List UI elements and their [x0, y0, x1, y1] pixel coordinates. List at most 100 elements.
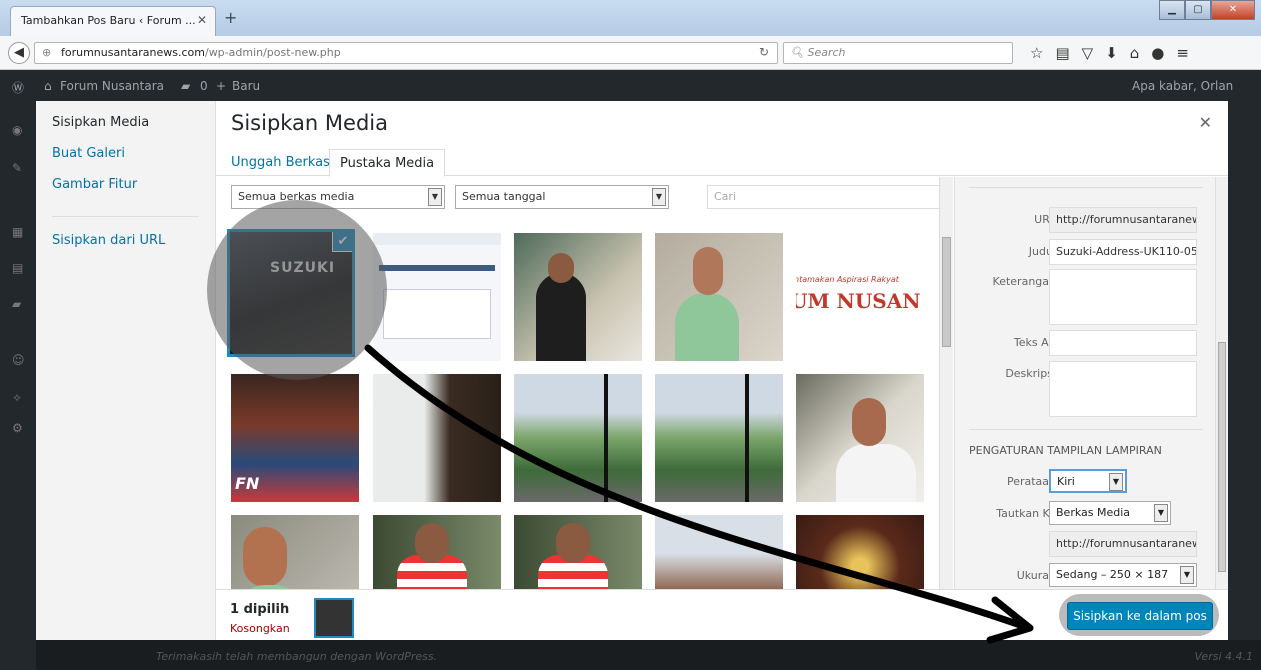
browser-scrollbar[interactable]: [939, 177, 953, 589]
tools-icon[interactable]: ✧: [12, 391, 22, 405]
close-window-icon[interactable]: ✕: [1211, 0, 1255, 20]
comments-count: 0: [200, 79, 208, 93]
menu-item-insert-media[interactable]: Sisipkan Media: [36, 115, 215, 146]
address-bar[interactable]: ⊕ forumnusantaranews.com/wp-admin/post-n…: [34, 42, 778, 64]
size-select[interactable]: Sedang – 250 × 187 ▼: [1049, 563, 1197, 587]
menu-item-create-gallery[interactable]: Buat Galeri: [36, 146, 215, 177]
link-to-label: Tautkan Ke: [996, 507, 1056, 520]
site-name-link[interactable]: Forum Nusantara: [60, 79, 164, 93]
thumb-caption: SUZUKI: [270, 260, 336, 276]
wp-footer: Terimakasih telah membangun dengan WordP…: [36, 640, 1261, 670]
attachment-thumb[interactable]: [514, 374, 642, 502]
back-icon[interactable]: ◀: [8, 42, 30, 64]
title-field[interactable]: Suzuki-Address-UK110-05: [1049, 239, 1197, 265]
download-icon[interactable]: ⬇: [1105, 44, 1118, 62]
close-icon[interactable]: ✕: [1199, 113, 1212, 132]
details-scrollbar[interactable]: [1215, 177, 1228, 589]
tab-library[interactable]: Pustaka Media: [329, 149, 446, 177]
caption-field[interactable]: [1049, 269, 1197, 325]
menu-icon[interactable]: ≡: [1176, 44, 1189, 62]
link-to-select[interactable]: Berkas Media ▼: [1049, 501, 1171, 525]
media-toolbar: 1 dipilih Kosongkan Sisipkan ke dalam po…: [216, 589, 1228, 640]
details-divider: [969, 429, 1203, 430]
url-field[interactable]: http://forumnusantaranews: [1049, 207, 1197, 233]
reload-icon[interactable]: ↻: [759, 45, 769, 59]
insert-into-post-button[interactable]: Sisipkan ke dalam pos: [1067, 602, 1213, 630]
insert-button-highlight: Sisipkan ke dalam pos: [1059, 594, 1219, 636]
attachment-thumb[interactable]: [373, 374, 501, 502]
search-icon: 🔍︎: [790, 46, 804, 59]
date-filter[interactable]: Semua tanggal ▼: [455, 185, 669, 209]
check-icon[interactable]: ✔: [332, 232, 352, 252]
media-type-filter[interactable]: Semua berkas media ▼: [231, 185, 445, 209]
url-path: /wp-admin/post-new.php: [204, 46, 341, 59]
description-field[interactable]: [1049, 361, 1197, 417]
attachment-thumb[interactable]: ntamakan Aspirasi Rakyat UM NUSAN: [796, 233, 924, 361]
wp-admin-bar: Ⓦ ⌂ Forum Nusantara ▰ 0 + Baru Apa kabar…: [0, 71, 1261, 101]
thumb-caption: ntamakan Aspirasi Rakyat: [796, 275, 899, 284]
bookmark-star-icon[interactable]: ☆: [1030, 44, 1043, 62]
alignment-select[interactable]: Kiri ▼: [1049, 469, 1127, 493]
attachment-thumb[interactable]: SUZUKI ✔: [227, 229, 355, 357]
media-type-filter-value: Semua berkas media: [238, 190, 355, 203]
link-url-field[interactable]: http://forumnusantaranews: [1049, 531, 1197, 557]
attachment-thumb[interactable]: [655, 515, 783, 589]
users-icon[interactable]: ☺: [12, 353, 25, 367]
attachment-details: URL http://forumnusantaranews Judul Suzu…: [954, 177, 1215, 589]
globe-icon: ⊕: [42, 46, 52, 59]
attachment-thumb[interactable]: [373, 515, 501, 589]
attachment-thumb[interactable]: [655, 374, 783, 502]
chevron-down-icon: ▼: [428, 188, 442, 206]
new-link[interactable]: Baru: [232, 79, 260, 93]
date-filter-value: Semua tanggal: [462, 190, 546, 203]
search-input[interactable]: 🔍︎ Search: [783, 42, 1013, 64]
chevron-down-icon: ▼: [1180, 566, 1194, 584]
caption-label: Keterangan: [992, 275, 1056, 288]
attachment-thumb[interactable]: FN: [231, 374, 359, 502]
new-tab-icon[interactable]: +: [224, 8, 237, 27]
minimize-icon[interactable]: ▁: [1159, 0, 1185, 20]
home-icon: ⌂: [44, 79, 52, 93]
settings-icon[interactable]: ⚙: [12, 421, 23, 435]
media-menu: Sisipkan Media Buat Galeri Gambar Fitur …: [36, 101, 216, 640]
alignment-value: Kiri: [1057, 475, 1075, 488]
attachment-thumb[interactable]: [655, 233, 783, 361]
alt-text-field[interactable]: [1049, 330, 1197, 356]
browser-tab[interactable]: Tambahkan Pos Baru ‹ Forum ... ✕: [10, 6, 216, 36]
clear-selection-link[interactable]: Kosongkan: [230, 622, 290, 635]
chevron-down-icon: ▼: [1154, 504, 1168, 522]
pin-icon[interactable]: ✎: [12, 161, 22, 175]
selection-thumbnail[interactable]: [314, 598, 354, 638]
footer-version: Versi 4.4.1: [1194, 650, 1253, 663]
pocket-icon[interactable]: ▽: [1082, 44, 1094, 62]
dashboard-icon[interactable]: ◉: [12, 123, 22, 137]
attachment-thumb[interactable]: [514, 515, 642, 589]
attachment-thumb[interactable]: [231, 515, 359, 589]
close-tab-icon[interactable]: ✕: [197, 13, 207, 27]
attachment-thumb[interactable]: [796, 374, 924, 502]
footer-thanks: Terimakasih telah membangun dengan WordP…: [156, 650, 438, 663]
home-icon[interactable]: ⌂: [1130, 44, 1140, 62]
chat-icon[interactable]: ●: [1151, 44, 1164, 62]
tab-upload[interactable]: Unggah Berkas: [221, 149, 340, 177]
reading-list-icon[interactable]: ▤: [1055, 44, 1069, 62]
chevron-down-icon: ▼: [652, 188, 666, 206]
attachment-thumb[interactable]: [373, 233, 501, 361]
comments-menu-icon[interactable]: ▰: [12, 297, 21, 311]
browser-titlebar: Tambahkan Pos Baru ‹ Forum ... ✕ + ▁ ▢ ✕: [0, 0, 1261, 36]
menu-item-insert-from-url[interactable]: Sisipkan dari URL: [36, 233, 215, 264]
media-modal: Sisipkan Media Buat Galeri Gambar Fitur …: [36, 101, 1228, 640]
comments-icon[interactable]: ▰: [181, 79, 190, 93]
wordpress-logo-icon[interactable]: Ⓦ: [12, 79, 24, 96]
media-router: Unggah Berkas Pustaka Media: [216, 143, 1228, 177]
pages-icon[interactable]: ▤: [12, 261, 23, 275]
maximize-icon[interactable]: ▢: [1185, 0, 1211, 20]
menu-item-featured-image[interactable]: Gambar Fitur: [36, 177, 215, 208]
attachment-thumb[interactable]: [796, 515, 924, 589]
attachment-thumb[interactable]: [514, 233, 642, 361]
media-search-input[interactable]: Cari: [707, 185, 941, 209]
window-controls: ▁ ▢ ✕: [1159, 0, 1255, 20]
plus-icon: +: [216, 79, 227, 93]
media-icon[interactable]: ▦: [12, 225, 23, 239]
greeting-link[interactable]: Apa kabar, Orlan: [1132, 79, 1233, 93]
